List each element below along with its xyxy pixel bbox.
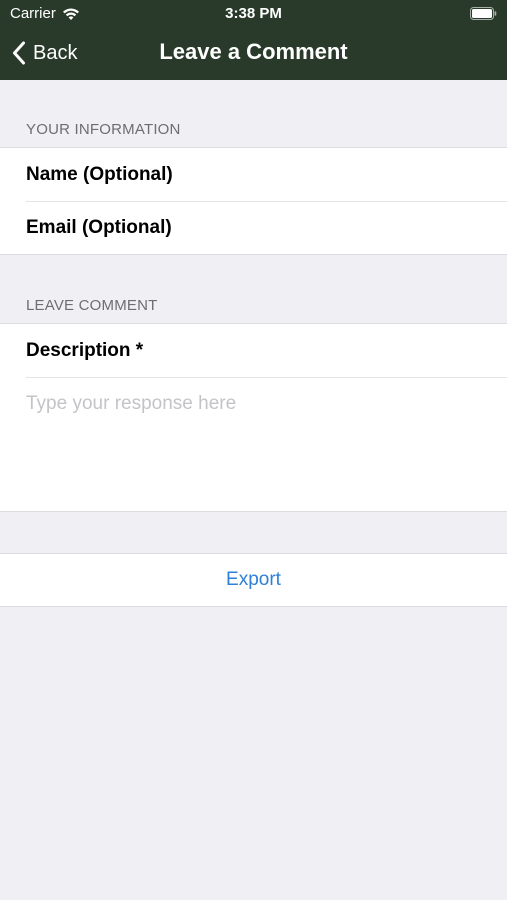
leave-comment-group: Description * [0,323,507,512]
page-title: Leave a Comment [159,39,348,64]
name-field[interactable]: Name (Optional) [0,148,507,201]
response-area [0,377,507,511]
email-field[interactable]: Email (Optional) [0,201,507,254]
battery-icon [470,7,497,20]
export-group: Export [0,553,507,607]
description-row: Description * [0,324,507,377]
response-textarea[interactable] [26,393,481,493]
your-information-group: Name (Optional) Email (Optional) [0,147,507,255]
description-label: Description * [26,339,144,361]
status-time: 3:38 PM [225,5,282,22]
navigation-bar: Back Leave a Comment [0,28,507,78]
export-button[interactable]: Export [226,569,281,591]
status-bar: Carrier 3:38 PM [0,0,507,28]
email-field-label: Email (Optional) [26,216,172,238]
section-header-leave-comment: LEAVE COMMENT [26,297,158,314]
name-field-label: Name (Optional) [26,163,173,185]
top-bar: Carrier 3:38 PM Back Leave a Comment [0,0,507,80]
section-header-your-information: YOUR INFORMATION [26,121,181,138]
app-screen: Carrier 3:38 PM Back Leave a Comment YOU… [0,0,507,900]
